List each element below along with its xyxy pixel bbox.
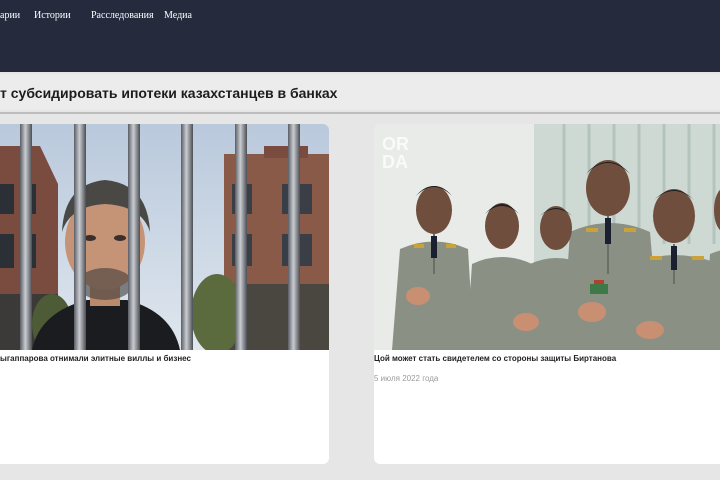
- card-title[interactable]: Цой может стать свидетелем со стороны за…: [374, 354, 616, 363]
- orda-watermark: DA: [382, 152, 408, 172]
- orda-watermark: OR: [382, 134, 409, 154]
- nav-item-stories[interactable]: Истории: [34, 10, 71, 21]
- divider: [0, 112, 720, 114]
- headline-bar: т субсидировать ипотеки казахстанцев в б…: [0, 74, 720, 110]
- news-card[interactable]: OR DA Цой может стать свидетелем со стор…: [374, 124, 720, 464]
- military-officers-applauding-photo[interactable]: OR DA: [374, 124, 720, 350]
- photo-illustration: OR DA: [374, 124, 720, 350]
- nav-item-media[interactable]: Медиа: [164, 10, 192, 21]
- photo-illustration: [0, 124, 329, 350]
- card-title[interactable]: ыгаппарова отнимали элитные виллы и бизн…: [0, 354, 191, 363]
- nav-item-comments[interactable]: арии: [0, 10, 20, 21]
- portrait-behind-bars-photo[interactable]: [0, 124, 329, 350]
- top-navigation: арии Истории Расследования Медиа: [0, 0, 720, 72]
- nav-item-investigations[interactable]: Расследования: [91, 10, 154, 21]
- headline-link[interactable]: т субсидировать ипотеки казахстанцев в б…: [0, 85, 337, 101]
- card-date: 5 июля 2022 года: [374, 374, 439, 383]
- news-card[interactable]: ыгаппарова отнимали элитные виллы и бизн…: [0, 124, 329, 464]
